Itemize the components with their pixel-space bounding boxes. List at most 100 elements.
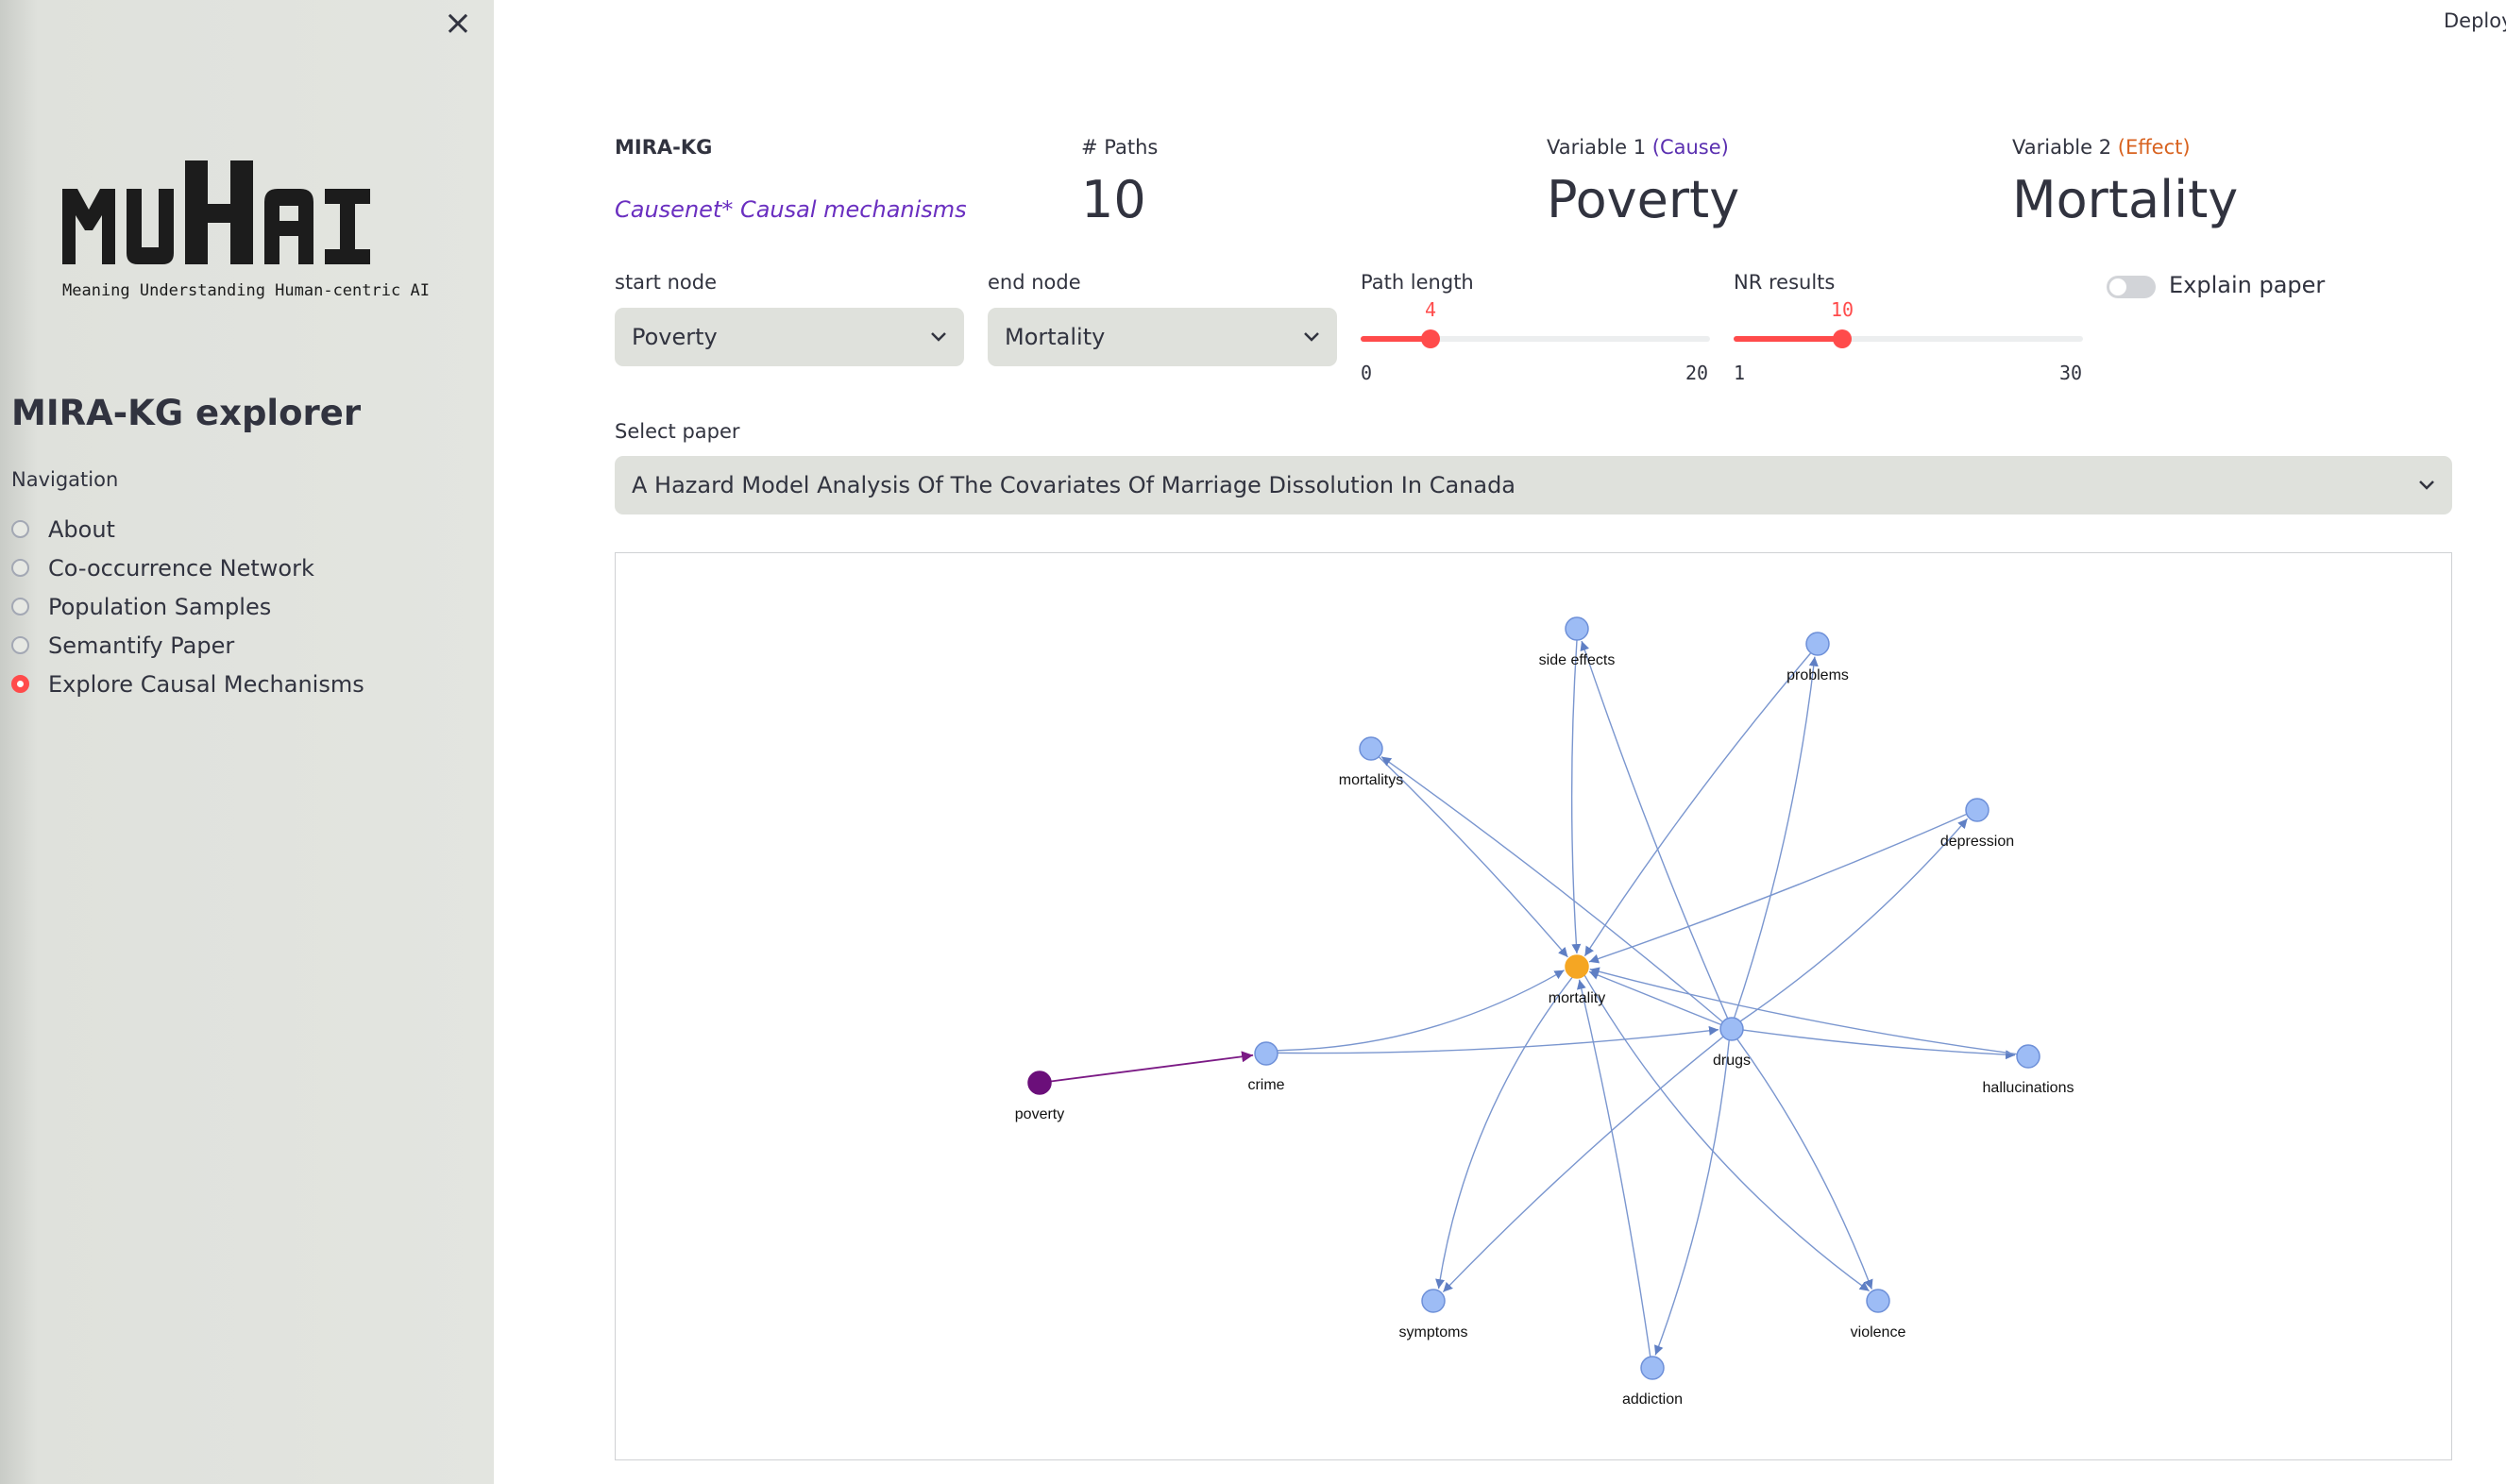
node-circle[interactable] [1719, 1017, 1744, 1041]
causal-graph-panel[interactable]: side effects problems mortalitys depression… [615, 552, 2452, 1460]
edge-drugs-to-hallucinations [1742, 1029, 2016, 1060]
source-label: MIRA-KG [615, 136, 713, 159]
node-label: drugs [1713, 1053, 1751, 1069]
node-label: depression [1940, 834, 2014, 850]
slider-value: 10 [1831, 298, 1854, 321]
slider-fill [1734, 336, 1842, 342]
node-circle[interactable] [1866, 1289, 1890, 1313]
edge-side_effects-to-mortality [1570, 639, 1582, 954]
radio-icon[interactable] [11, 559, 29, 577]
slider-thumb[interactable] [1833, 329, 1852, 348]
radio-icon[interactable] [11, 598, 29, 616]
slider-min-label: 0 [1361, 362, 1373, 384]
slider-fill [1361, 336, 1431, 342]
node-circle[interactable] [1565, 954, 1589, 979]
node-circle[interactable] [1254, 1041, 1278, 1066]
cause-tag: (Cause) [1651, 136, 1729, 159]
causal-graph[interactable]: side effects problems mortalitys depression… [616, 553, 2451, 1459]
node-label: side effects [1539, 652, 1616, 668]
paths-value: 10 [1081, 170, 1146, 229]
node-circle[interactable] [1565, 616, 1589, 641]
slider-thumb[interactable] [1421, 329, 1440, 348]
select-paper-dropdown[interactable]: A Hazard Model Analysis Of The Covariate… [615, 456, 2452, 514]
edge-drugs-to-depression [1739, 818, 1969, 1022]
toggle-knob [2109, 278, 2126, 295]
end-node-select[interactable]: Mortality [988, 308, 1337, 366]
edge-crime-to-mortality [1277, 970, 1565, 1052]
variable-2-value: Mortality [2012, 170, 2239, 229]
edge-drugs-to-addiction [1654, 1039, 1730, 1356]
edge-hallucinations-to-mortality [1589, 967, 2018, 1055]
graph-node-mortalitys[interactable]: mortalitys [1339, 736, 1403, 788]
node-label: hallucinations [1983, 1080, 2074, 1096]
graph-node-problems[interactable]: problems [1786, 632, 1849, 683]
app-title: MIRA-KG explorer [11, 393, 362, 433]
edge-drugs-to-mortality [1588, 970, 1722, 1026]
graph-node-symptoms[interactable]: symptoms [1399, 1289, 1468, 1341]
nav-item-population-samples[interactable]: Population Samples [11, 587, 364, 626]
nav-item-explore-causal-mechanisms[interactable]: Explore Causal Mechanisms [11, 665, 364, 703]
node-label: problems [1786, 667, 1849, 683]
nav-item-label: Explore Causal Mechanisms [48, 670, 364, 698]
node-circle[interactable] [1805, 632, 1830, 656]
graph-node-violence[interactable]: violence [1851, 1289, 1906, 1341]
edge-crime-to-drugs [1277, 1025, 1719, 1054]
variable-1-label: Variable 1 (Cause) [1547, 136, 1729, 159]
select-paper-label: Select paper [615, 420, 740, 443]
edge-drugs-to-problems [1733, 656, 1819, 1019]
muhai-logo [62, 160, 370, 264]
graph-node-addiction[interactable]: addiction [1622, 1356, 1683, 1408]
variable-1-name: Variable 1 [1547, 136, 1647, 159]
graph-node-mortality[interactable]: mortality [1549, 954, 1605, 1006]
node-label: violence [1851, 1324, 1906, 1341]
select-paper-value: A Hazard Model Analysis Of The Covariate… [632, 472, 1516, 498]
navigation-label: Navigation [11, 468, 119, 491]
edge-mortality-to-symptoms [1435, 976, 1573, 1290]
chevron-down-icon [2419, 481, 2434, 490]
radio-icon[interactable] [11, 520, 29, 538]
path-length-label: Path length [1361, 271, 1474, 294]
node-circle[interactable] [1965, 798, 1990, 822]
nav-item-co-occurrence-network[interactable]: Co-occurrence Network [11, 548, 364, 587]
slider-max-label: 30 [2059, 362, 2083, 384]
nav-item-label: Co-occurrence Network [48, 554, 314, 582]
explain-paper-label: Explain paper [2169, 272, 2326, 298]
path-length-slider[interactable]: 4 [1361, 298, 1710, 348]
nav-item-about[interactable]: About [11, 510, 364, 548]
nav-item-label: Semantify Paper [48, 632, 235, 659]
graph-node-poverty[interactable]: poverty [1015, 1071, 1064, 1122]
paths-label: Paths [1104, 136, 1159, 159]
slider-value: 4 [1425, 298, 1437, 321]
edge-problems-to-mortality [1583, 652, 1812, 957]
nr-results-slider[interactable]: 10 [1734, 298, 2083, 348]
nav-item-semantify-paper[interactable]: Semantify Paper [11, 626, 364, 665]
node-circle[interactable] [1640, 1356, 1665, 1380]
source-link[interactable]: Causenet* Causal mechanisms [615, 196, 967, 223]
edge-mortalitys-to-mortality [1378, 756, 1568, 958]
end-node-value: Mortality [1005, 324, 1106, 350]
node-circle[interactable] [2016, 1044, 2040, 1069]
node-label: symptoms [1399, 1324, 1468, 1341]
node-circle[interactable] [1027, 1071, 1052, 1095]
node-circle[interactable] [1359, 736, 1383, 761]
node-label: mortality [1549, 990, 1605, 1006]
radio-icon[interactable] [11, 636, 29, 654]
explain-paper-toggle[interactable] [2107, 276, 2156, 298]
radio-selected-icon[interactable] [11, 675, 29, 693]
node-label: addiction [1622, 1391, 1683, 1408]
close-icon[interactable]: × [442, 7, 474, 41]
deploy-button[interactable]: Deploy [2444, 9, 2506, 32]
hash-icon: # [1081, 136, 1098, 159]
graph-node-drugs[interactable]: drugs [1713, 1017, 1751, 1069]
variable-2-name: Variable 2 [2012, 136, 2112, 159]
nr-results-label: NR results [1734, 271, 1836, 294]
chevron-down-icon [1304, 332, 1319, 342]
graph-node-hallucinations[interactable]: hallucinations [1983, 1044, 2074, 1096]
node-circle[interactable] [1421, 1289, 1446, 1313]
chevron-down-icon [931, 332, 946, 342]
node-label: mortalitys [1339, 772, 1403, 788]
graph-node-depression[interactable]: depression [1940, 798, 2014, 850]
edge-poverty-to-crime [1050, 1051, 1254, 1083]
end-node-label: end node [988, 271, 1081, 294]
start-node-select[interactable]: Poverty [615, 308, 964, 366]
